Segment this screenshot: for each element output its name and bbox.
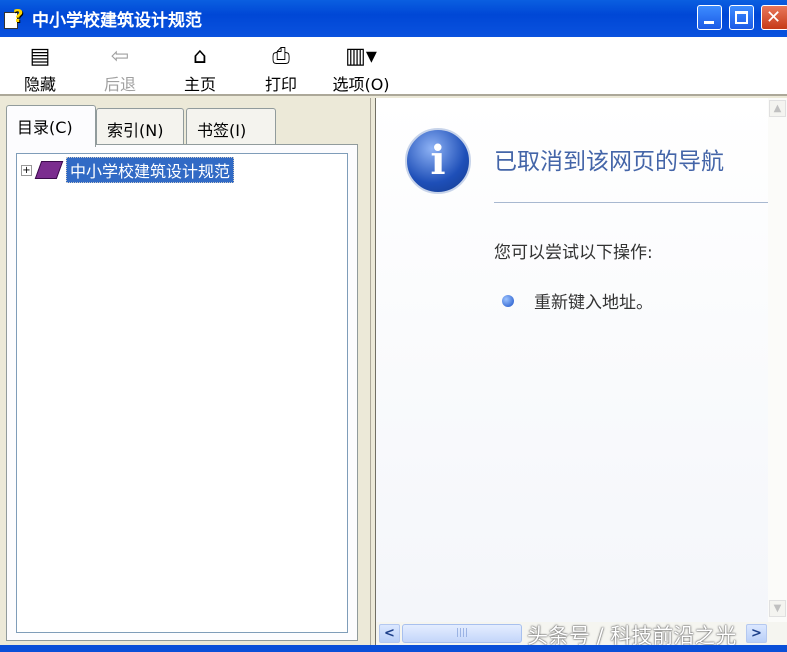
- suggestion-text: 重新键入地址。: [534, 293, 653, 313]
- tab-label: 书签(I): [197, 121, 247, 140]
- scroll-down-button[interactable]: ▼: [769, 600, 786, 617]
- window-bottom-border: [0, 645, 787, 652]
- options-label: 选项(O): [332, 75, 390, 94]
- info-icon: i: [405, 128, 471, 194]
- back-label: 后退: [103, 75, 136, 94]
- suggestion-label: 您可以尝试以下操作:: [494, 243, 653, 263]
- expand-icon[interactable]: +: [21, 164, 32, 176]
- hide-label: 隐藏: [23, 75, 56, 94]
- divider: [494, 202, 768, 203]
- scroll-up-button[interactable]: ▲: [769, 100, 786, 117]
- bullet-icon: [502, 294, 514, 307]
- back-button[interactable]: ⇦ 后退: [90, 43, 150, 95]
- home-button[interactable]: ⌂ 主页: [170, 43, 230, 95]
- close-button[interactable]: ✕: [761, 5, 787, 30]
- vertical-scrollbar[interactable]: ▲ ▼: [768, 98, 787, 622]
- print-label: 打印: [264, 75, 297, 94]
- hide-button[interactable]: ▤ 隐藏: [10, 43, 70, 95]
- toolbar: ▤ 隐藏 ⇦ 后退 ⌂ 主页 ⎙ 打印 ▥▾ 选项(O): [0, 37, 787, 96]
- hide-pane-icon: ▤: [29, 44, 51, 69]
- minimize-button[interactable]: [697, 5, 722, 30]
- options-button[interactable]: ▥▾ 选项(O): [327, 43, 395, 95]
- close-icon: ✕: [766, 7, 782, 28]
- error-heading: 已取消到该网页的导航: [494, 149, 724, 175]
- book-icon: [34, 161, 64, 179]
- home-icon: ⌂: [193, 44, 207, 69]
- home-label: 主页: [183, 75, 216, 94]
- tree-item-label[interactable]: 中小学校建筑设计规范: [66, 157, 235, 183]
- options-icon: ▥▾: [345, 44, 377, 69]
- suggestion-item: 重新键入地址。: [502, 288, 653, 313]
- back-arrow-icon: ⇦: [110, 44, 130, 69]
- tab-label: 目录(C): [17, 118, 73, 137]
- tab-index[interactable]: 索引(N): [96, 108, 184, 144]
- tab-bookmarks[interactable]: 书签(I): [186, 108, 276, 144]
- contents-panel: + 中小学校建筑设计规范: [6, 144, 358, 641]
- tab-label: 索引(N): [107, 121, 164, 140]
- printer-icon: ⎙: [272, 44, 290, 69]
- title-bar: ? 中小学校建筑设计规范 ✕: [0, 0, 787, 37]
- navigation-pane: 目录(C) 索引(N) 书签(I) + 中小学校建筑设计规范: [0, 98, 370, 645]
- tab-contents[interactable]: 目录(C): [6, 105, 96, 147]
- scroll-thumb[interactable]: ||||: [402, 624, 522, 643]
- print-button[interactable]: ⎙ 打印: [251, 43, 311, 95]
- help-app-icon: ?: [4, 6, 26, 30]
- window-title: 中小学校建筑设计规范: [32, 11, 202, 31]
- content-pane: i 已取消到该网页的导航 您可以尝试以下操作: 重新键入地址。: [376, 98, 768, 622]
- scroll-right-button[interactable]: >: [746, 624, 767, 643]
- contents-tree[interactable]: + 中小学校建筑设计规范: [16, 153, 348, 633]
- maximize-button[interactable]: [729, 5, 754, 30]
- scroll-left-button[interactable]: <: [379, 624, 400, 643]
- tree-item[interactable]: + 中小学校建筑设计规范: [21, 157, 235, 183]
